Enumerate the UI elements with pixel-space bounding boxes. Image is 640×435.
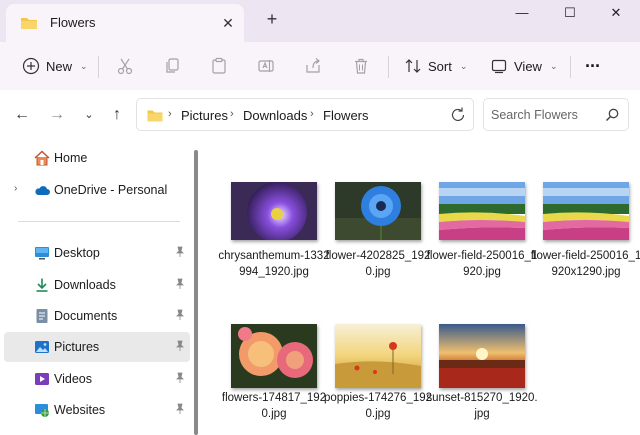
sunset-thumbnail [439,324,525,388]
pin-icon[interactable] [174,278,186,290]
view-icon [491,59,507,74]
back-arrow-icon[interactable]: ← [13,106,31,124]
forward-arrow-icon[interactable]: → [48,106,66,124]
home-icon [34,150,50,166]
file-name: chrysanthemum-1332994_1920.jpg [218,250,330,278]
up-arrow-icon[interactable]: ↑ [108,106,126,124]
breadcrumb-separator-icon: › [168,108,172,120]
new-tab-button[interactable]: + [262,9,282,29]
chevron-down-icon: ⌄ [80,60,88,71]
tab-flowers[interactable]: Flowers ✕ [6,4,244,42]
file-name: poppies-174276_1920.jpg [323,392,433,420]
sort-button[interactable]: Sort ⌄ [404,52,467,80]
sidebar-item-documents[interactable]: Documents [4,301,190,331]
toolbar-divider [388,56,389,78]
new-button[interactable]: New ⌄ [22,52,88,80]
new-button-label: New [46,58,73,74]
chevron-right-icon[interactable]: › [14,183,17,194]
plus-circle-icon [22,57,40,75]
desktop-icon [35,247,49,260]
documents-icon [36,309,48,323]
maximize-button[interactable]: ☐ [560,4,580,22]
address-bar[interactable]: › Pictures › Downloads › Flowers [136,98,474,131]
sidebar-item-pictures[interactable]: Pictures [4,332,190,362]
sidebar-item-websites[interactable]: Websites [4,395,190,425]
sort-button-label: Sort [428,58,452,74]
sidebar-item-label: Websites [54,403,106,417]
sidebar-scrollbar[interactable] [194,150,198,435]
address-row: ← → ⌄ ↑ › Pictures › Downloads › Flowers [0,90,640,140]
recent-locations-chevron-icon[interactable]: ⌄ [80,106,98,124]
close-window-button[interactable]: ✕ [606,4,626,22]
poppies-thumbnail [335,324,421,388]
search-input[interactable] [491,106,601,124]
blue-flower-thumbnail [335,182,421,240]
sidebar-item-downloads[interactable]: Downloads [4,270,190,300]
rename-icon[interactable] [257,57,275,75]
command-bar: New ⌄ Sort ⌄ View ⌄ ··· [0,42,640,90]
websites-icon [35,404,49,417]
pin-icon[interactable] [174,309,186,321]
chevron-down-icon: ⌄ [459,60,468,71]
sidebar-item-label: Videos [54,372,92,386]
chevron-down-icon: ⌄ [549,60,558,71]
pictures-icon [35,341,49,353]
folder-icon [21,18,37,29]
view-button-label: View [514,58,542,74]
paste-icon[interactable] [210,57,228,75]
sidebar-item-desktop[interactable]: Desktop [4,238,190,268]
sidebar-item-label: OneDrive - Personal [54,183,168,197]
pin-icon[interactable] [174,340,186,352]
breadcrumb-pictures[interactable]: Pictures [181,108,228,123]
download-icon [36,278,48,292]
cloud-icon [35,186,50,195]
breadcrumb-separator-icon: › [230,108,234,120]
copy-icon[interactable] [163,57,181,75]
file-list: chrysanthemum-1332994_1920.jpg flower-42… [204,140,640,435]
sidebar-item-label: Home [54,151,88,165]
tab-close-button[interactable]: ✕ [219,14,237,32]
sort-icon [405,59,421,73]
navigation-pane: Home › OneDrive - Personal Desktop Downl… [0,140,200,435]
breadcrumb-flowers[interactable]: Flowers [323,108,369,123]
pin-icon[interactable] [174,372,186,384]
sidebar-item-label: Pictures [54,340,100,354]
breadcrumb-separator-icon: › [310,108,314,120]
file-name: flower-field-250016_1920x1290.jpg [530,250,640,278]
search-icon[interactable] [604,107,620,123]
file-name: flower-4202825_1920.jpg [325,250,431,278]
videos-icon [35,373,49,385]
sidebar-divider [18,221,180,222]
sidebar-item-label: Documents [54,309,118,323]
chrysanthemum-thumbnail [231,182,317,240]
sidebar-item-videos[interactable]: Videos [4,364,190,394]
cut-icon[interactable] [116,57,134,75]
toolbar-divider [570,56,571,78]
roses-thumbnail [231,324,317,388]
tab-title: Flowers [50,15,96,30]
file-name: sunset-815270_1920.jpg [426,392,538,420]
breadcrumb-downloads[interactable]: Downloads [243,108,307,123]
pin-icon[interactable] [174,403,186,415]
refresh-icon[interactable] [449,106,467,124]
view-button[interactable]: View ⌄ [490,52,558,80]
more-options-button[interactable]: ··· [585,52,601,80]
pin-icon[interactable] [174,246,186,258]
flower-field-thumbnail [439,182,525,240]
flower-field-thumbnail [543,182,629,240]
toolbar-divider [98,56,99,78]
file-name: flower-field-250016_1920.jpg [426,250,538,278]
title-bar: Flowers ✕ + — ☐ ✕ [0,0,640,42]
sidebar-item-label: Downloads [54,278,116,292]
minimize-button[interactable]: — [512,4,532,22]
share-icon[interactable] [304,57,322,75]
delete-icon[interactable] [352,57,370,75]
file-name: flowers-174817_1920.jpg [221,392,327,420]
sidebar-item-onedrive[interactable]: › OneDrive - Personal [4,175,190,205]
sidebar-item-home[interactable]: Home [4,143,190,173]
folder-icon [147,110,163,122]
sidebar-item-label: Desktop [54,246,100,260]
search-box [483,98,629,131]
